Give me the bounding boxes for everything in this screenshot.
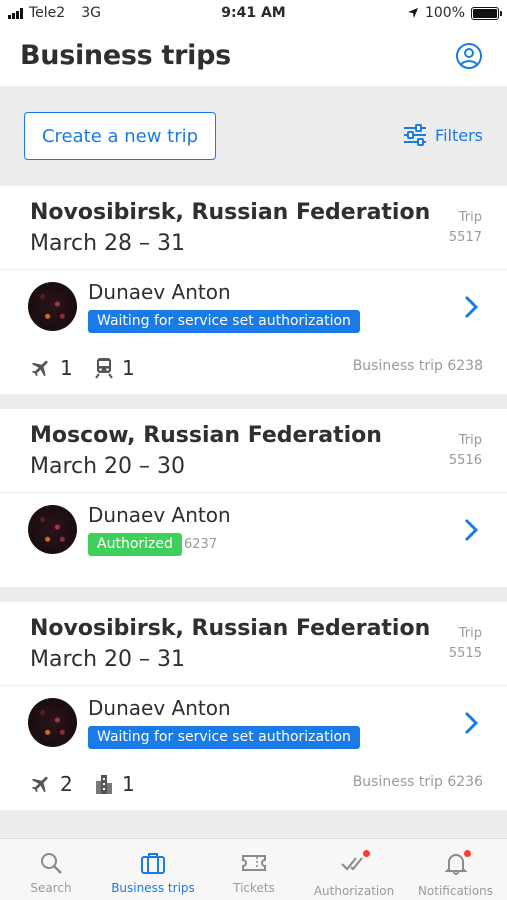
traveler-name: Dunaev Anton	[88, 503, 231, 527]
trip-header: Novosibirsk, Russian Federation March 28…	[0, 186, 507, 270]
action-bar: Create a new trip Filters	[0, 86, 507, 186]
battery-percent: 100%	[424, 5, 465, 21]
briefcase-icon	[141, 853, 165, 874]
trip-city: Novosibirsk, Russian Federation	[30, 200, 431, 225]
trip-services: 1 1 Business trip 6238	[0, 344, 507, 394]
battery-icon	[471, 6, 502, 20]
tab-search[interactable]: Search	[0, 839, 102, 900]
avatar	[28, 282, 77, 331]
trip-label: Trip	[458, 210, 482, 225]
tab-authorization[interactable]: Authorization	[304, 839, 404, 900]
trip-city: Novosibirsk, Russian Federation	[30, 616, 431, 641]
trip-label: Trip	[458, 626, 482, 641]
status-right: 100%	[407, 5, 502, 21]
trip-label: Trip	[458, 433, 482, 448]
trip-number: Trip 5515	[449, 624, 482, 664]
traveler-row[interactable]: Dunaev Anton Authorized 6237	[0, 493, 507, 567]
avatar	[28, 698, 77, 747]
tab-label: Business trips	[111, 881, 195, 895]
battery-fill	[473, 8, 497, 18]
train-icon	[95, 358, 113, 379]
traveler-name: Dunaev Anton	[88, 696, 231, 720]
trip-city: Moscow, Russian Federation	[30, 423, 382, 448]
tab-label: Search	[30, 881, 72, 895]
chevron-right-icon[interactable]	[463, 294, 479, 320]
trip-number: Trip 5517	[449, 208, 482, 248]
ticket-icon	[242, 855, 266, 871]
trip-dates: March 28 – 31	[30, 231, 186, 256]
filters-label: Filters	[435, 125, 483, 145]
trip-dates: March 20 – 31	[30, 647, 186, 672]
filters-button[interactable]: Filters	[403, 124, 483, 146]
flights-value: 1	[60, 356, 73, 380]
chevron-right-icon[interactable]	[463, 517, 479, 543]
airplane-icon	[31, 360, 48, 377]
tab-label: Notifications	[417, 884, 494, 898]
tab-tickets[interactable]: Tickets	[204, 839, 304, 900]
trip-services: 2 1 Business trip 6236	[0, 760, 507, 810]
flights-value: 2	[60, 772, 73, 796]
trip-card[interactable]: Novosibirsk, Russian Federation March 20…	[0, 602, 507, 810]
app-header: Business trips	[0, 28, 507, 86]
trip-id: 5515	[448, 646, 482, 661]
flights-count: 2	[30, 772, 73, 796]
trains-count: 1	[94, 356, 135, 380]
bottom-tab-bar: Search Business trips Tickets Authorizat…	[0, 838, 507, 900]
status-badge: Waiting for service set authorization	[88, 726, 360, 749]
tab-notifications[interactable]: Notifications	[404, 839, 507, 900]
hotels-value: 1	[122, 772, 135, 796]
notification-dot	[462, 849, 472, 858]
trip-card[interactable]: Novosibirsk, Russian Federation March 28…	[0, 186, 507, 394]
hotels-count: 1	[94, 772, 135, 796]
tab-label: Authorization	[313, 884, 395, 898]
chevron-right-icon[interactable]	[463, 710, 479, 736]
trip-id: 5516	[448, 453, 482, 468]
hotel-icon	[96, 775, 112, 794]
create-trip-button[interactable]: Create a new trip	[24, 112, 216, 160]
business-trip-ref: Business trip 6238	[352, 358, 483, 374]
trip-id: 5517	[448, 230, 482, 245]
status-number: 6237	[184, 537, 218, 552]
trip-number: Trip 5516	[449, 431, 482, 471]
trains-value: 1	[122, 356, 135, 380]
trip-header: Novosibirsk, Russian Federation March 20…	[0, 602, 507, 686]
status-badge: Authorized	[88, 533, 182, 556]
authorization-icon-wrap	[341, 849, 371, 884]
trip-card[interactable]: Moscow, Russian Federation March 20 – 30…	[0, 409, 507, 587]
trip-header: Moscow, Russian Federation March 20 – 30…	[0, 409, 507, 493]
status-bar: Tele2 3G 9:41 AM 100%	[0, 0, 507, 28]
location-arrow-icon	[407, 8, 418, 18]
user-circle-icon[interactable]	[455, 42, 483, 70]
notification-dot	[362, 849, 371, 858]
notifications-icon-wrap	[444, 849, 472, 884]
traveler-name: Dunaev Anton	[88, 280, 231, 304]
trip-dates: March 20 – 30	[30, 454, 186, 479]
page-title: Business trips	[20, 40, 231, 71]
search-icon	[41, 853, 62, 874]
flights-count: 1	[30, 356, 73, 380]
avatar	[28, 505, 77, 554]
status-badge: Waiting for service set authorization	[88, 310, 360, 333]
business-trip-ref: Business trip 6236	[352, 774, 483, 790]
filters-icon	[404, 124, 427, 146]
tab-label: Tickets	[233, 881, 275, 895]
airplane-icon	[31, 776, 48, 793]
tab-business-trips[interactable]: Business trips	[102, 839, 204, 900]
traveler-row[interactable]: Dunaev Anton Waiting for service set aut…	[0, 270, 507, 344]
traveler-row[interactable]: Dunaev Anton Waiting for service set aut…	[0, 686, 507, 760]
